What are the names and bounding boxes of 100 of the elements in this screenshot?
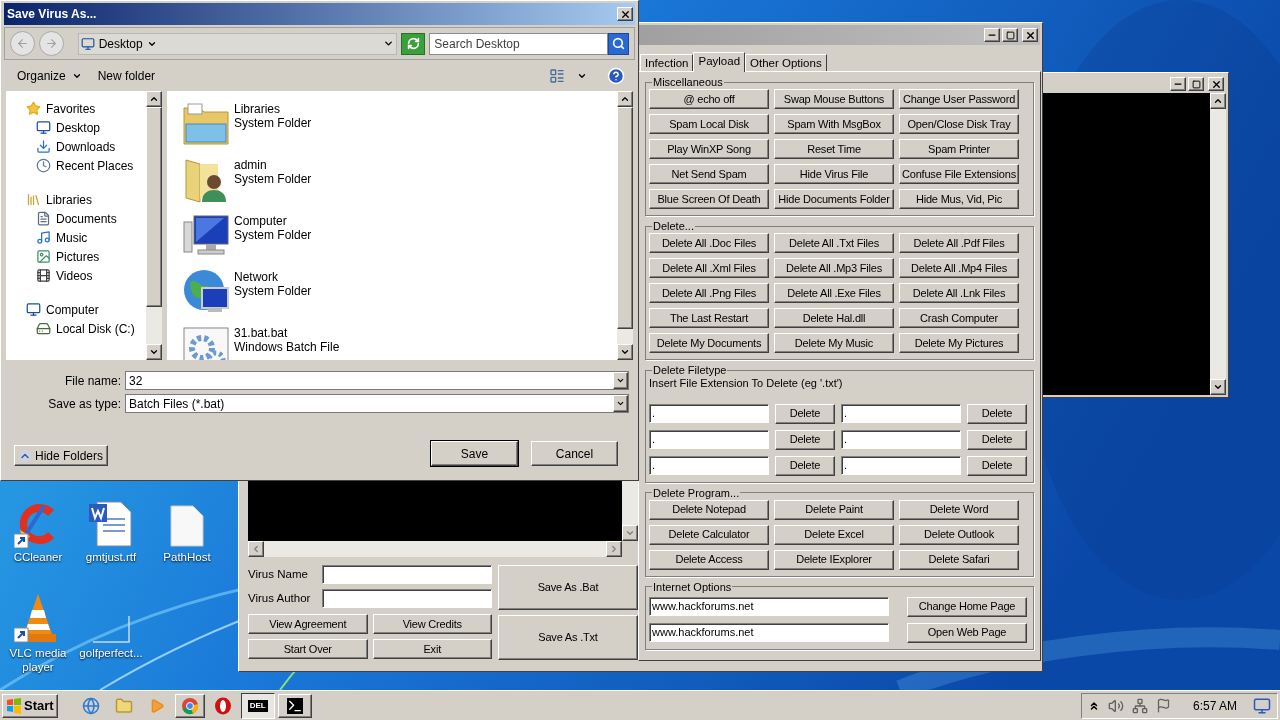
payload-button[interactable]: Spam Local Disk [649, 114, 769, 134]
payload-button[interactable]: Delete All .Mp3 Files [774, 258, 894, 278]
payload-button[interactable]: Spam With MsgBox [774, 114, 894, 134]
payload-button[interactable]: Delete Calculator [649, 524, 769, 545]
show-desktop-icon[interactable] [1253, 696, 1271, 715]
payload-button[interactable]: Delete All .Txt Files [774, 233, 894, 253]
network-icon[interactable] [1131, 697, 1148, 714]
scrollbar[interactable] [146, 91, 162, 360]
close-button[interactable] [617, 7, 633, 21]
payload-button[interactable]: Delete Paint [774, 499, 894, 520]
payload-button[interactable]: Delete All .Mp4 Files [899, 258, 1019, 278]
address-bar[interactable]: Desktop [77, 32, 398, 55]
payload-button[interactable]: Open/Close Disk Tray [899, 114, 1019, 134]
scrollbar[interactable] [617, 91, 633, 360]
scrollbar[interactable] [622, 481, 638, 541]
clock[interactable]: 6:57 AM [1192, 696, 1237, 715]
nav-item[interactable]: Pictures [6, 247, 146, 266]
tab[interactable]: Infection [640, 54, 694, 71]
virus-name-field[interactable] [322, 565, 492, 584]
nav-item[interactable]: Documents [6, 209, 146, 228]
payload-button[interactable]: Delete Excel [774, 524, 894, 545]
payload-button[interactable]: Net Send Spam [649, 164, 769, 184]
payload-button[interactable]: Delete My Documents [649, 333, 769, 353]
extension-field[interactable]: . [649, 403, 769, 423]
payload-button[interactable]: Hide Virus File [774, 164, 894, 184]
delete-button[interactable]: Delete [775, 403, 835, 424]
close-button[interactable] [1022, 28, 1038, 42]
nav-item[interactable]: Favorites [6, 99, 146, 118]
payload-button[interactable]: Delete All .Doc Files [649, 233, 769, 253]
delete-button[interactable]: Delete [775, 429, 835, 450]
virus-author-field[interactable] [322, 589, 492, 608]
tab[interactable]: Payload [693, 52, 746, 72]
url-field[interactable]: www.hackforums.net [649, 596, 889, 616]
flag-icon[interactable] [1155, 698, 1171, 713]
close-button[interactable] [1208, 77, 1224, 91]
extension-field[interactable]: . [841, 455, 961, 475]
maximize-button[interactable] [1188, 77, 1204, 91]
nav-item[interactable]: Music [6, 228, 146, 247]
nav-item[interactable]: Downloads [6, 137, 146, 156]
payload-button[interactable]: Delete All .Exe Files [774, 283, 894, 303]
taskbar-app[interactable] [277, 693, 312, 718]
payload-button[interactable]: Delete Notepad [649, 499, 769, 520]
nav-item[interactable]: Recent Places [6, 156, 146, 175]
save-button[interactable]: Save [431, 441, 518, 466]
desktop-icon[interactable]: VLC media player [6, 592, 70, 674]
payload-button[interactable]: Delete Hal.dll [774, 308, 894, 328]
save-as-button[interactable]: Save As .Txt [498, 615, 638, 660]
delete-button[interactable]: Delete [967, 455, 1027, 476]
extension-field[interactable]: . [649, 455, 769, 475]
nav-item[interactable]: Libraries [6, 190, 146, 209]
file-type-dropdown[interactable]: Batch Files (*.bat) [125, 394, 629, 413]
payload-button[interactable]: Delete IExplorer [774, 549, 894, 570]
desktop-icon[interactable]: PathHost [155, 496, 219, 564]
action-button[interactable]: View Credits [372, 614, 492, 634]
desktop-icon[interactable]: gmtjust.rtf [79, 496, 143, 564]
url-action-button[interactable]: Change Home Page [907, 596, 1027, 617]
payload-button[interactable]: The Last Restart [649, 308, 769, 328]
payload-button[interactable]: Crash Computer [899, 308, 1019, 328]
payload-button[interactable]: Blue Screen Of Death [649, 189, 769, 209]
minimize-button[interactable] [984, 28, 1000, 42]
file-name-field[interactable]: 32 [125, 371, 629, 390]
action-button[interactable]: Exit [372, 639, 492, 659]
extension-field[interactable]: . [649, 429, 769, 449]
hide-folders-button[interactable]: Hide Folders [14, 445, 109, 466]
dropdown-button[interactable] [613, 395, 628, 412]
search-button[interactable] [608, 32, 629, 55]
url-action-button[interactable]: Open Web Page [907, 622, 1027, 643]
search-field[interactable]: Search Desktop [429, 32, 609, 55]
url-field[interactable]: www.hackforums.net [649, 622, 889, 642]
nav-item[interactable]: Desktop [6, 118, 146, 137]
payload-button[interactable]: Hide Documents Folder [774, 189, 894, 209]
scrollbar[interactable] [248, 541, 622, 557]
desktop-icon[interactable]: golfperfect... [79, 592, 143, 660]
payload-button[interactable]: @ echo off [649, 89, 769, 109]
payload-button[interactable]: Delete All .Xml Files [649, 258, 769, 278]
taskbar-app[interactable] [174, 693, 205, 718]
taskbar-app[interactable]: DEL [240, 692, 275, 719]
new-folder-button[interactable]: New folder [94, 66, 159, 85]
payload-button[interactable]: Confuse File Extensions [899, 164, 1019, 184]
file-item[interactable]: 31.bat.bat Windows Batch File [181, 323, 617, 360]
maximize-button[interactable] [1002, 28, 1018, 42]
scrollbar[interactable] [1210, 93, 1226, 395]
minimize-button[interactable] [1170, 77, 1186, 91]
payload-button[interactable]: Delete All .Pdf Files [899, 233, 1019, 253]
payload-button[interactable]: Delete My Music [774, 333, 894, 353]
nav-item[interactable]: Videos [6, 266, 146, 285]
payload-button[interactable]: Delete All .Lnk Files [899, 283, 1019, 303]
cancel-button[interactable]: Cancel [531, 441, 618, 466]
payload-button[interactable]: Delete Access [649, 549, 769, 570]
file-item[interactable]: admin System Folder [181, 155, 617, 211]
payload-button[interactable]: Spam Printer [899, 139, 1019, 159]
file-item[interactable]: Computer System Folder [181, 211, 617, 267]
delete-button[interactable]: Delete [967, 403, 1027, 424]
payload-button[interactable]: Change User Password [899, 89, 1019, 109]
file-item[interactable]: Libraries System Folder [181, 99, 617, 155]
payload-button[interactable]: Delete All .Png Files [649, 283, 769, 303]
tab[interactable]: Other Options [745, 54, 827, 71]
extension-field[interactable]: . [841, 403, 961, 423]
file-item[interactable]: Network System Folder [181, 267, 617, 323]
action-button[interactable]: Start Over [248, 639, 368, 659]
